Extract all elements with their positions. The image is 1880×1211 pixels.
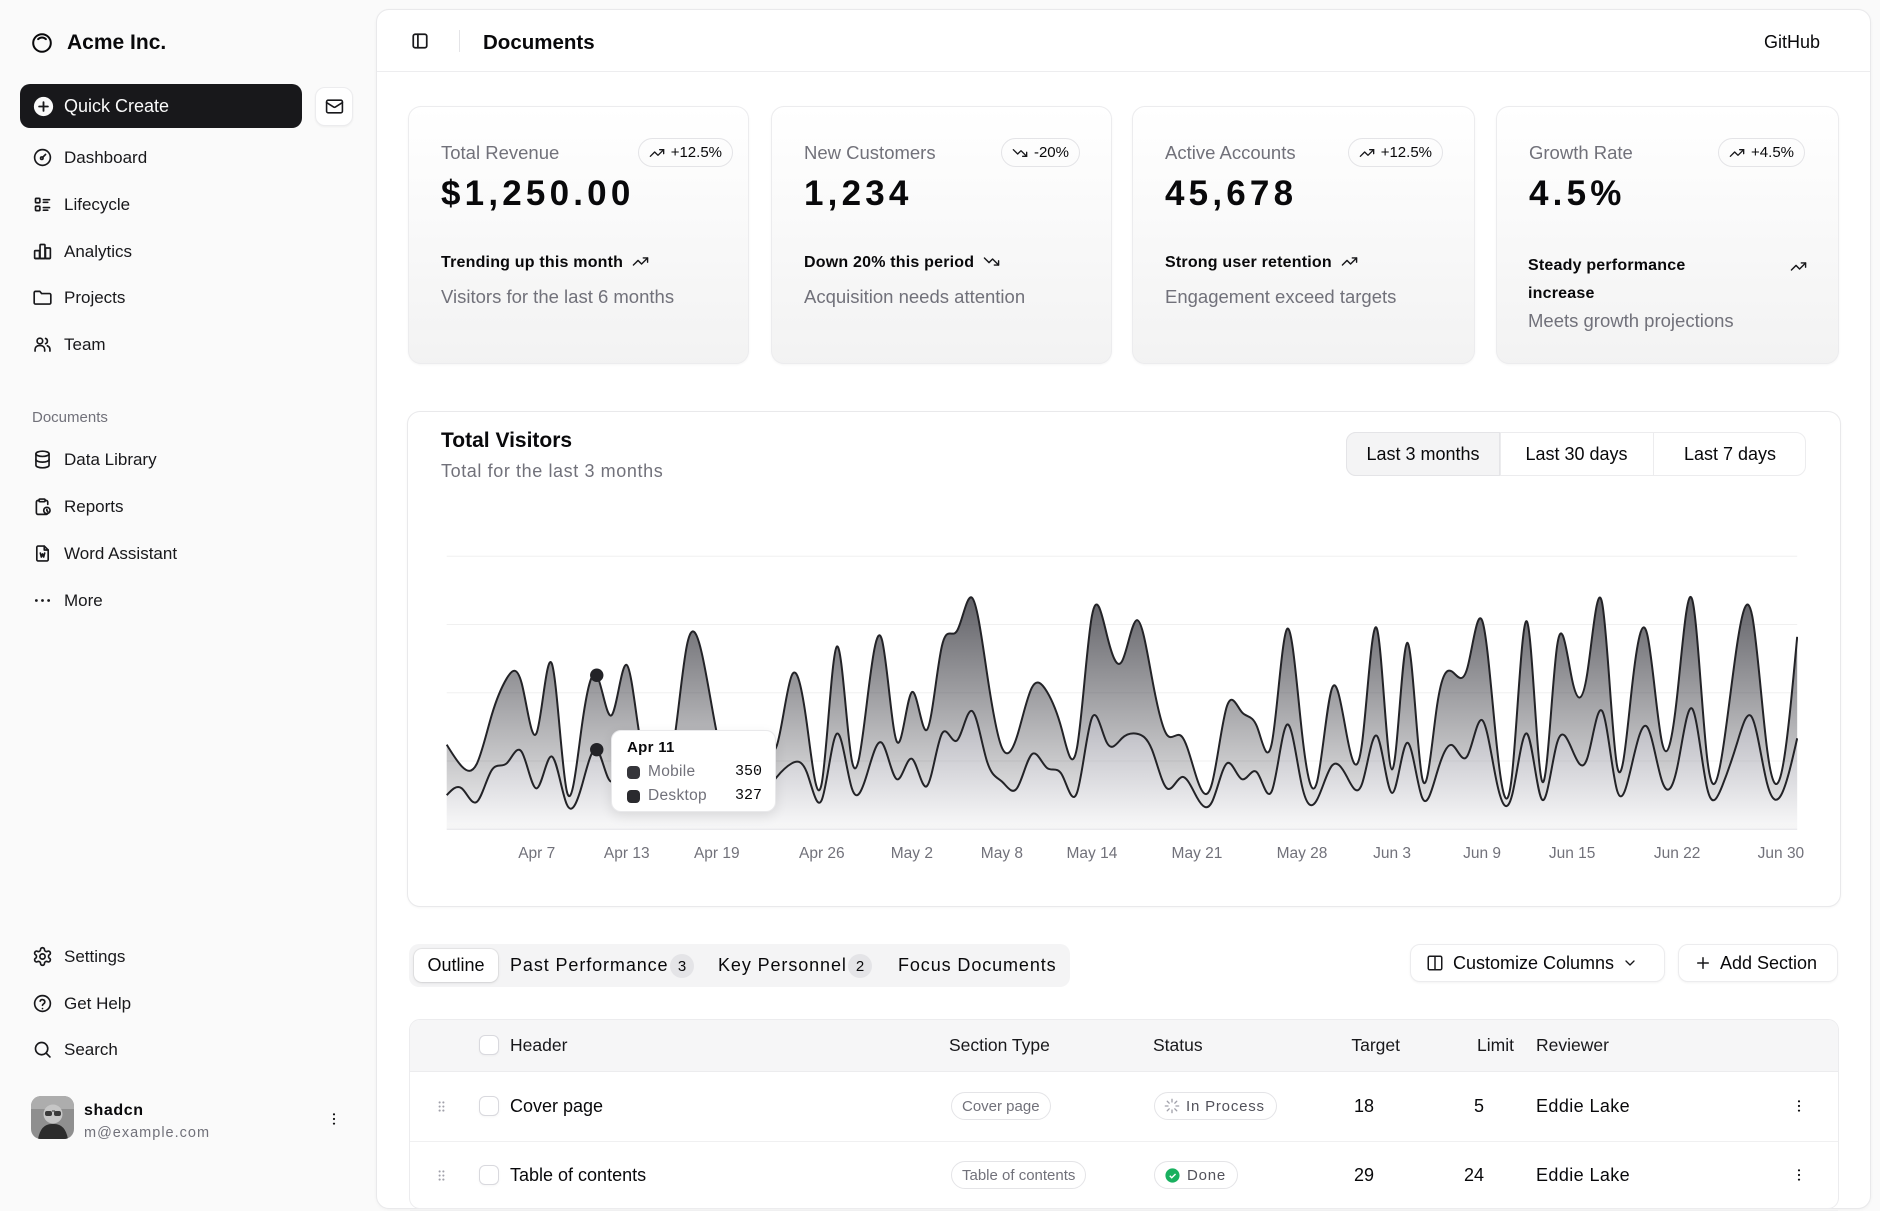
- svg-text:May 14: May 14: [1067, 845, 1118, 862]
- svg-text:May 28: May 28: [1277, 845, 1328, 862]
- svg-text:Apr 7: Apr 7: [518, 845, 555, 862]
- svg-text:Jun 15: Jun 15: [1549, 845, 1596, 862]
- svg-text:Jun 3: Jun 3: [1373, 845, 1411, 862]
- svg-text:Apr 13: Apr 13: [604, 845, 650, 862]
- svg-text:Jun 9: Jun 9: [1463, 845, 1501, 862]
- svg-text:Jun 22: Jun 22: [1654, 845, 1701, 862]
- svg-text:Jun 30: Jun 30: [1758, 845, 1805, 862]
- svg-text:May 8: May 8: [981, 845, 1023, 862]
- svg-text:Apr 19: Apr 19: [694, 845, 740, 862]
- svg-text:May 21: May 21: [1172, 845, 1223, 862]
- svg-text:May 2: May 2: [891, 845, 933, 862]
- svg-text:Apr 26: Apr 26: [799, 845, 845, 862]
